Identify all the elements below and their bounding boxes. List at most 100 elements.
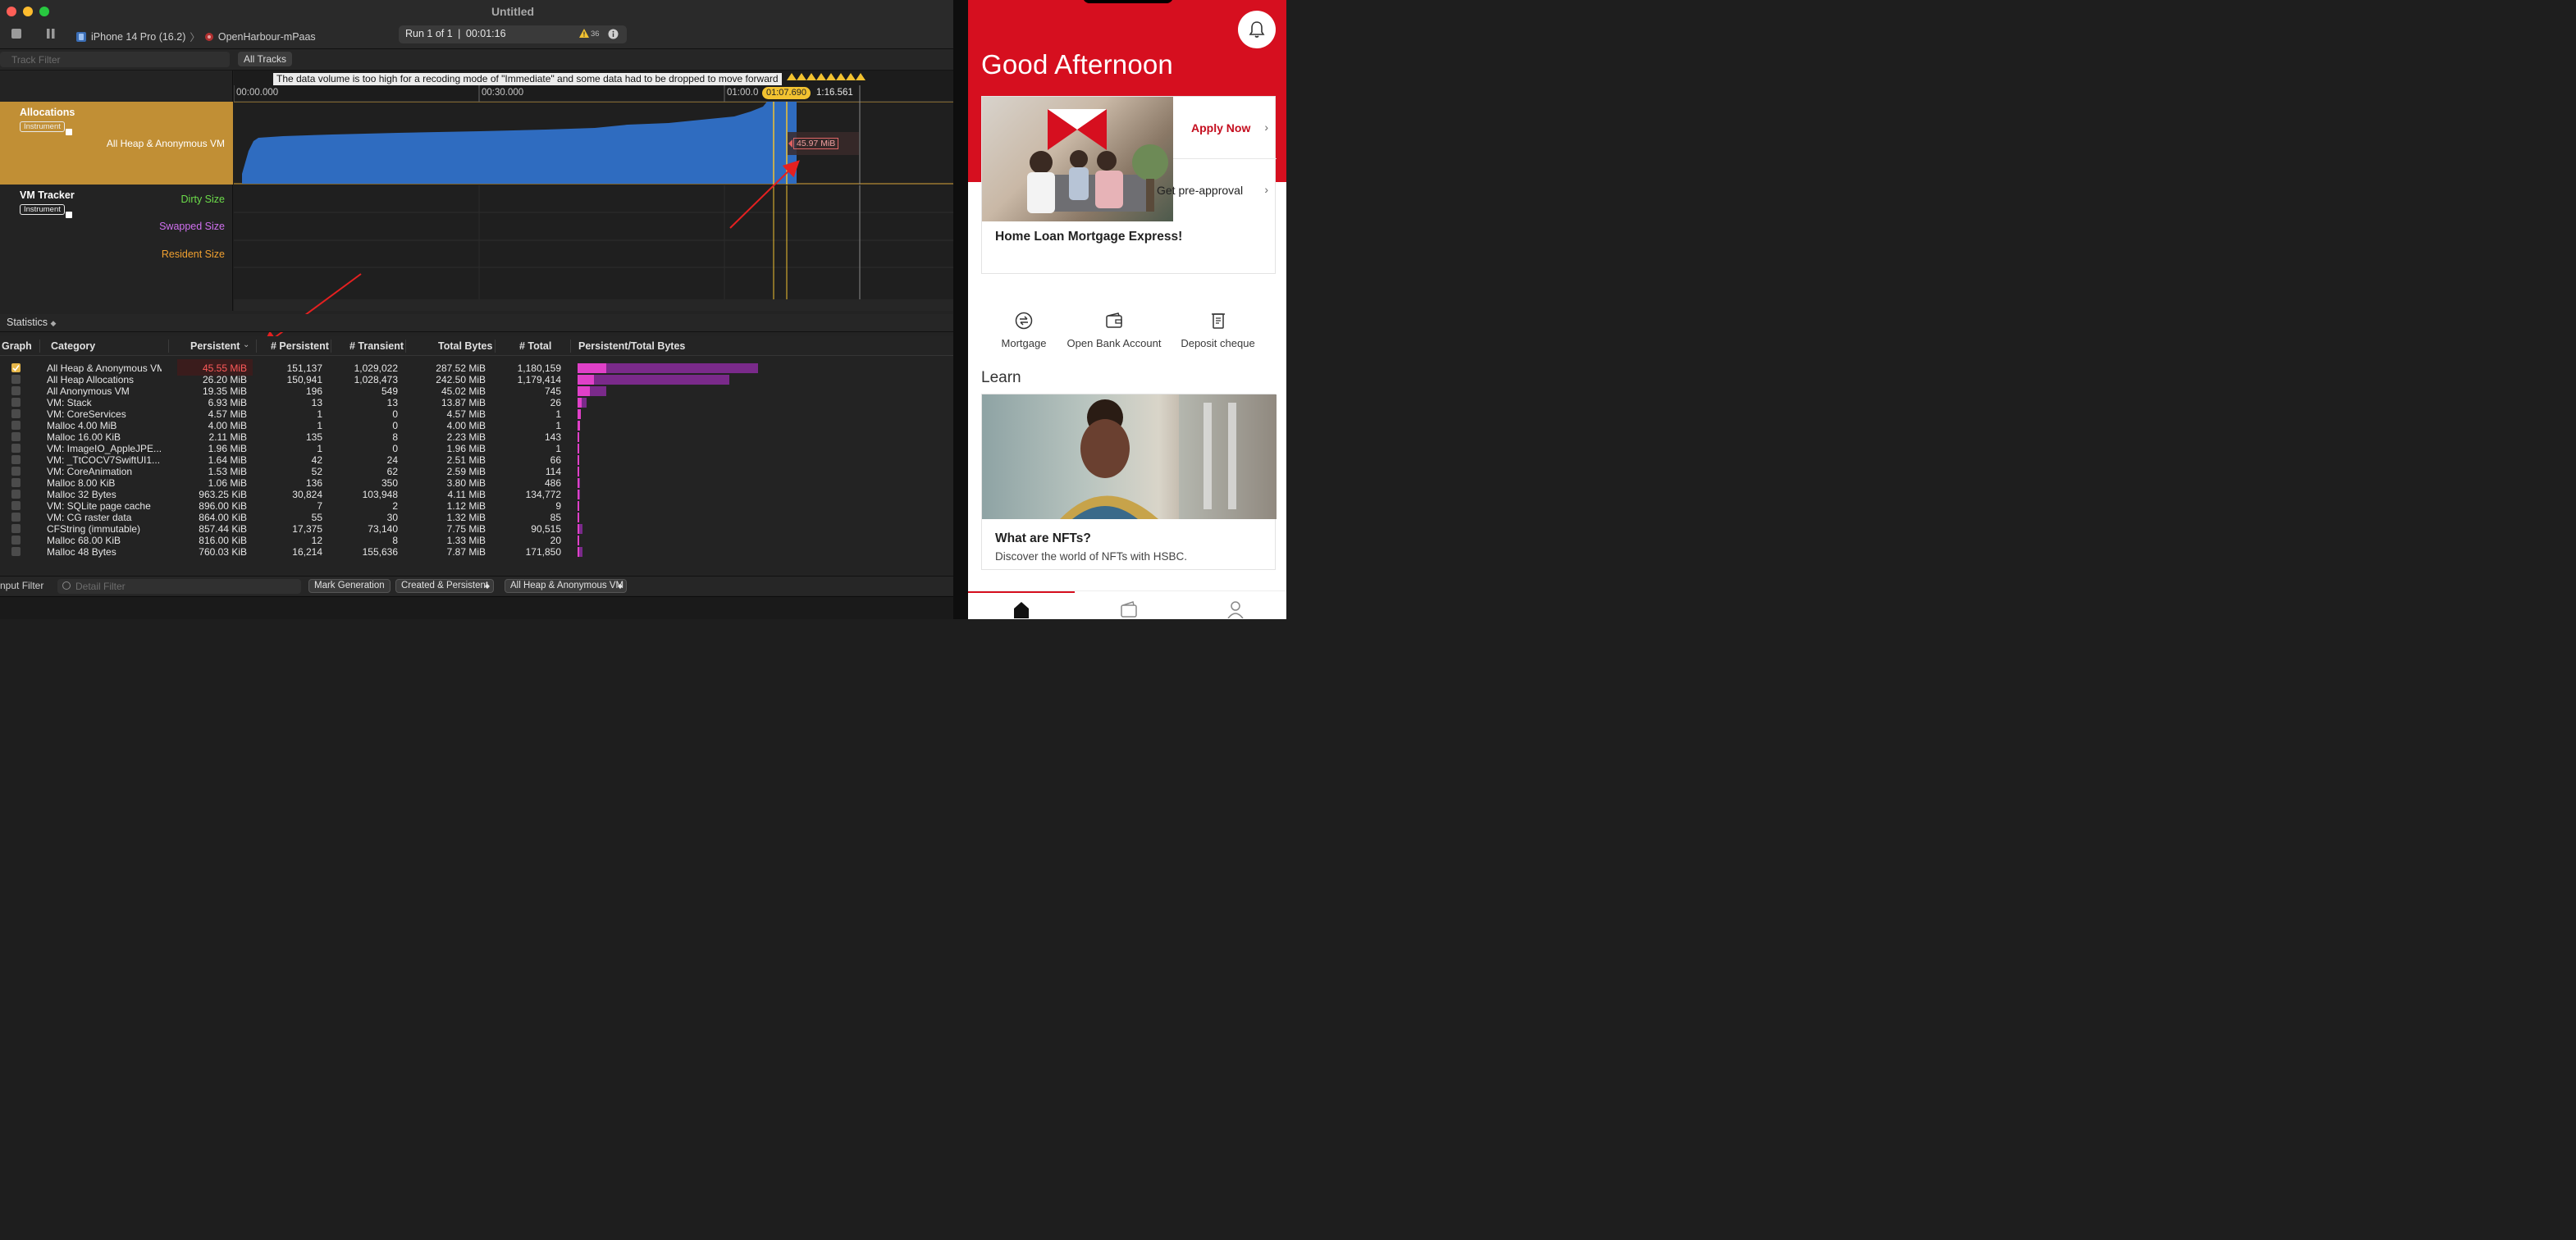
graph-checkbox[interactable] [11,536,21,545]
time-ruler[interactable]: The data volume is too high for a recodi… [234,71,953,102]
warning-icon[interactable] [579,29,589,40]
table-row[interactable]: Malloc 68.00 KiB 816.00 KiB 12 8 1.33 MiB 20 [0,535,953,546]
graph-checkbox[interactable] [11,547,21,556]
data-category: All Anonymous VM [47,385,130,397]
data-category: CFString (immutable) [47,523,141,535]
profile-icon[interactable] [1226,600,1245,618]
quick-action-open-account[interactable]: Open Bank Account [1065,312,1163,349]
accounts-icon[interactable] [1120,600,1138,618]
table-row[interactable]: CFString (immutable) 857.44 KiB 17,375 73,1… [0,523,953,535]
device-selector[interactable]: iPhone 14 Pro (16.2) 〉 OpenHarbour-mPaas [75,29,316,44]
all-tracks-button[interactable]: All Tracks [238,52,293,66]
table-row[interactable]: VM: CoreAnimation 1.53 MiB 52 62 2.59 MiB 114 [0,466,953,477]
table-row[interactable]: Malloc 32 Bytes 963.25 KiB 30,824 103,948 4.… [0,489,953,500]
info-icon[interactable] [608,29,619,42]
table-row[interactable]: Malloc 48 Bytes 760.03 KiB 16,214 155,636 7.… [0,546,953,558]
table-header: Graph Category Persistent ⌄ # Persistent… [0,336,953,356]
data-persistent: 2.11 MiB [208,431,247,443]
allocations-track[interactable]: Allocations Instrument All Heap & Anonym… [0,102,953,185]
col-persistent-total-bytes[interactable]: Persistent/Total Bytes [578,340,685,352]
table-row[interactable]: VM: CG raster data 864.00 KiB 55 30 1.32 MiB… [0,512,953,523]
col-category[interactable]: Category [51,340,95,352]
graph-checkbox[interactable] [11,524,21,533]
data-category: VM: CoreAnimation [47,466,133,477]
device-name: iPhone 14 Pro (16.2) [91,30,186,43]
sort-chevron-icon[interactable]: ⌄ [243,340,249,349]
table-row[interactable]: Malloc 4.00 MiB 4.00 MiB 1 0 4.00 MiB 1 [0,420,953,431]
quick-action-deposit-cheque[interactable]: Deposit cheque [1175,312,1261,349]
graph-checkbox[interactable] [11,444,21,453]
table-row[interactable]: All Heap Allocations 26.20 MiB 150,941 1,02… [0,374,953,385]
notifications-button[interactable] [1238,11,1276,48]
graph-checkbox[interactable] [11,432,21,441]
persistent-bytes-bar [578,455,579,465]
persistent-bytes-bar [578,363,606,373]
table-row[interactable]: All Anonymous VM 19.35 MiB 196 549 45.02 MiB… [0,385,953,397]
graph-checkbox[interactable] [11,363,21,372]
nft-card-title: What are NFTs? [995,531,1091,545]
disclosure-icon[interactable] [66,129,72,135]
graph-checkbox[interactable] [11,490,21,499]
data-persistent: 864.00 KiB [199,512,247,523]
persistent-bytes-bar [578,421,581,431]
graph-checkbox[interactable] [11,467,21,476]
data-total-bytes: 7.75 MiB [446,523,486,535]
table-row[interactable]: All Heap & Anonymous VM 45.55 MiB 151,137 1… [0,359,953,376]
col-persistent[interactable]: Persistent [190,340,240,352]
playhead-time[interactable]: 01:07.690 [762,87,811,99]
data-category: Malloc 16.00 KiB [47,431,121,443]
track-filter-input[interactable]: Track Filter [0,52,230,67]
data-category: VM: _TtCOCV7SwiftUI1... [47,454,161,466]
col-total-bytes[interactable]: Total Bytes [438,340,492,352]
table-row[interactable]: VM: ImageIO_AppleJPE... 1.96 MiB 1 0 1.96 Mi… [0,443,953,454]
data-num-transient: 0 [392,443,398,454]
vm-tracker-header: VM Tracker Instrument Dirty Size Swapped… [0,185,233,311]
data-total-bytes: 287.52 MiB [436,362,486,374]
pause-icon[interactable] [46,29,56,41]
graph-checkbox[interactable] [11,375,21,384]
detail-view-selector[interactable]: Statistics ◆ [0,314,953,332]
nft-learn-card[interactable]: What are NFTs? Discover the world of NFT… [981,394,1277,570]
mortgage-promo-card[interactable]: Apply Now › Get pre-approval › Home Loan… [981,96,1277,274]
data-num-persistent: 135 [305,431,322,443]
col-num-transient[interactable]: # Transient [349,340,404,352]
graph-checkbox[interactable] [11,398,21,407]
mark-generation-button[interactable]: Mark Generation [308,579,391,593]
run-status[interactable]: Run 1 of 1 | 00:01:16 36 [399,25,627,43]
table-row[interactable]: VM: _TtCOCV7SwiftUI1... 1.64 MiB 42 24 2.51 … [0,454,953,466]
disclosure-icon[interactable] [66,212,72,218]
col-graph[interactable]: Graph [2,340,32,352]
data-num-total: 134,772 [525,489,561,500]
track-filter-bar: Track Filter All Tracks [0,49,953,71]
stop-icon[interactable] [11,29,21,39]
table-row[interactable]: VM: SQLite page cache 896.00 KiB 7 2 1.12 Mi… [0,500,953,512]
lifespan-select[interactable]: Created & Persistent ◆ [395,579,494,593]
graph-checkbox[interactable] [11,421,21,430]
graph-checkbox[interactable] [11,478,21,487]
col-num-total[interactable]: # Total [519,340,551,352]
data-num-persistent: 7 [317,500,322,512]
quick-action-mortgage[interactable]: Mortgage [991,312,1057,349]
table-row[interactable]: VM: CoreServices 4.57 MiB 1 0 4.57 MiB 1 [0,408,953,420]
graph-checkbox[interactable] [11,455,21,464]
col-num-persistent[interactable]: # Persistent [271,340,329,352]
table-row[interactable]: Malloc 16.00 KiB 2.11 MiB 135 8 2.23 MiB 143 [0,431,953,443]
allocation-type-select[interactable]: All Heap & Anonymous VM ◆ [505,579,627,593]
data-num-persistent: 1 [317,443,322,454]
pre-approval-link[interactable]: Get pre-approval › [1146,159,1277,221]
data-num-total: 1,179,414 [517,374,561,385]
graph-checkbox[interactable] [11,513,21,522]
detail-filter-input[interactable]: Detail Filter [57,579,301,594]
data-num-transient: 2 [392,500,398,512]
home-icon[interactable] [1012,600,1030,618]
table-row[interactable]: VM: Stack 6.93 MiB 13 13 13.87 MiB 26 [0,397,953,408]
data-category: All Heap & Anonymous VM [47,362,162,374]
graph-checkbox[interactable] [11,386,21,395]
graph-checkbox[interactable] [11,501,21,510]
vm-tracker-track[interactable]: VM Tracker Instrument Dirty Size Swapped… [0,185,953,311]
table-row[interactable]: Malloc 8.00 KiB 1.06 MiB 136 350 3.80 MiB 486 [0,477,953,489]
apply-now-link[interactable]: Apply Now › [1173,97,1277,159]
data-num-transient: 1,029,022 [354,362,398,374]
data-num-transient: 8 [392,431,398,443]
graph-checkbox[interactable] [11,409,21,418]
